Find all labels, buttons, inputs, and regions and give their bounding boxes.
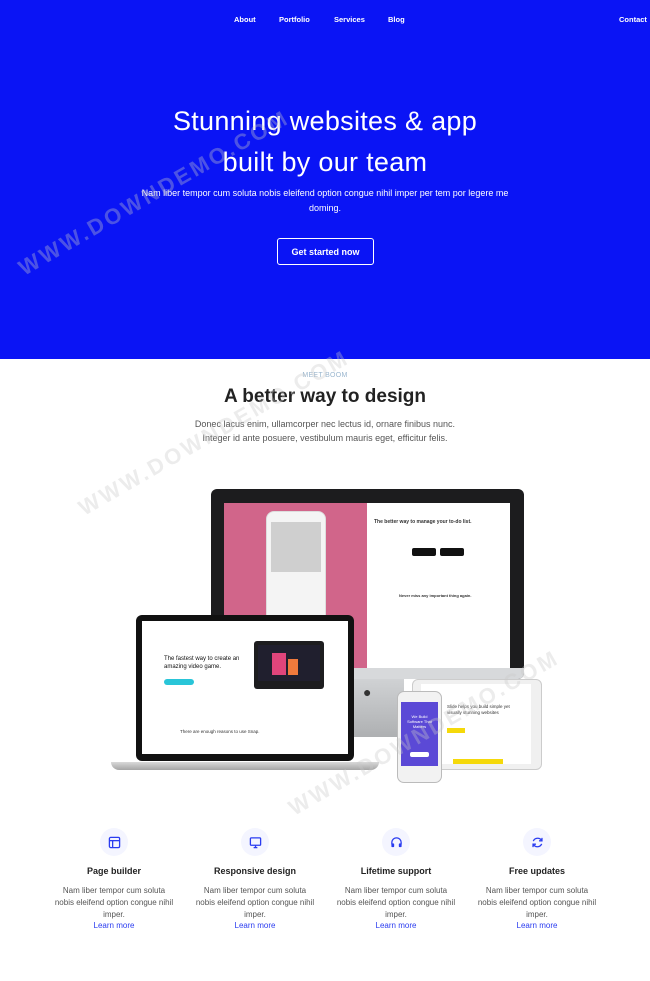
learn-more-link[interactable]: Learn more bbox=[195, 921, 315, 930]
profile-photo bbox=[271, 522, 321, 572]
layout-icon bbox=[100, 828, 128, 856]
feature-page-builder: Page builder Nam liber tempor cum soluta… bbox=[54, 828, 174, 930]
imac-heading: The better way to manage your to-do list… bbox=[374, 519, 472, 525]
imac-phone-mockup bbox=[266, 511, 326, 626]
get-started-button[interactable]: Get started now bbox=[277, 238, 374, 265]
nav-blog[interactable]: Blog bbox=[388, 15, 405, 24]
feature-text: Nam liber tempor cum soluta nobis eleife… bbox=[54, 886, 174, 919]
laptop-footer-text: There are enough reasons to use Snap. bbox=[180, 729, 260, 734]
learn-more-link[interactable]: Learn more bbox=[477, 921, 597, 930]
game-block-orange bbox=[288, 659, 298, 675]
feature-text: Nam liber tempor cum soluta nobis eleife… bbox=[477, 886, 597, 919]
feature-text: Nam liber tempor cum soluta nobis eleife… bbox=[336, 886, 456, 919]
learn-more-link[interactable]: Learn more bbox=[54, 921, 174, 930]
laptop-screen: The fastest way to create an amazing vid… bbox=[142, 621, 348, 754]
feature-responsive-design: Responsive design Nam liber tempor cum s… bbox=[195, 828, 315, 930]
hero-subtitle: Nam liber tempor cum soluta nobis eleife… bbox=[141, 188, 509, 213]
imac-subheading: Never miss any important thing again. bbox=[399, 593, 472, 598]
laptop-heading: The fastest way to create an amazing vid… bbox=[164, 656, 240, 670]
feature-title: Lifetime support bbox=[360, 866, 432, 876]
feature-title: Page builder bbox=[86, 866, 141, 876]
feature-text: Nam liber tempor cum soluta nobis eleife… bbox=[195, 886, 315, 919]
game-block-pink bbox=[272, 653, 286, 675]
google-play-badge bbox=[440, 548, 464, 556]
feature-title: Responsive design bbox=[213, 866, 297, 876]
hero-section: About Portfolio Services Blog Contact St… bbox=[0, 0, 650, 359]
feature-free-updates: Free updates Nam liber tempor cum soluta… bbox=[477, 828, 597, 930]
laptop-inner-mockup bbox=[254, 641, 324, 689]
refresh-icon bbox=[523, 828, 551, 856]
feature-lifetime-support: Lifetime support Nam liber tempor cum so… bbox=[336, 828, 456, 930]
tablet-yellow-bar bbox=[453, 759, 503, 764]
nav-about[interactable]: About bbox=[234, 15, 256, 24]
hero-title-line2: built by our team bbox=[222, 147, 428, 177]
nav-contact[interactable]: Contact bbox=[619, 15, 647, 24]
laptop-cta bbox=[164, 679, 194, 685]
hero-title-line1: Stunning websites & app bbox=[172, 106, 478, 136]
monitor-icon bbox=[241, 828, 269, 856]
learn-more-link[interactable]: Learn more bbox=[336, 921, 456, 930]
nav-services[interactable]: Services bbox=[334, 15, 365, 24]
apple-logo-icon: ● bbox=[363, 684, 372, 700]
laptop-inner-screen bbox=[258, 645, 320, 681]
nav-portfolio[interactable]: Portfolio bbox=[279, 15, 310, 24]
headphones-icon bbox=[382, 828, 410, 856]
feature-title: Free updates bbox=[508, 866, 566, 876]
section-title: A better way to design bbox=[224, 386, 426, 407]
app-store-badge bbox=[412, 548, 436, 556]
